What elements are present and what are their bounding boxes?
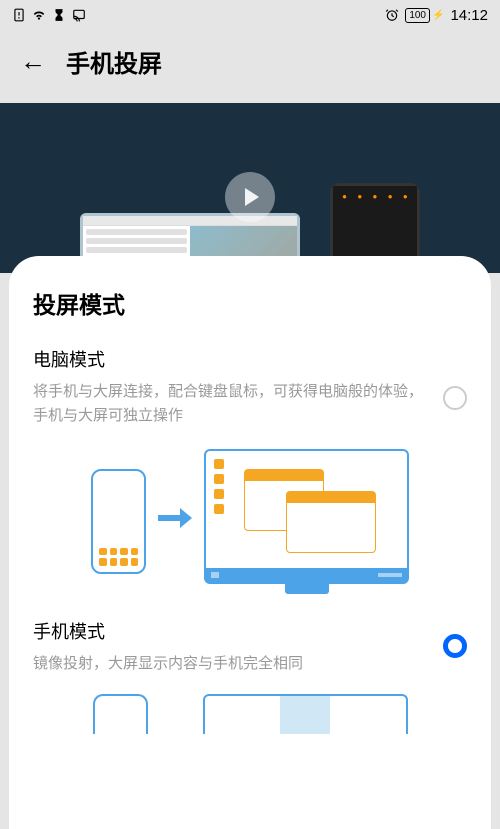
phone-mode-illustration — [33, 694, 467, 734]
alarm-icon — [385, 8, 399, 22]
illus-phone-2-icon — [93, 694, 148, 734]
back-button[interactable]: ← — [20, 46, 46, 77]
phone-mode-radio[interactable] — [443, 634, 467, 658]
sim-alert-icon — [12, 8, 26, 22]
phone-mode-option[interactable]: 手机模式 镜像投射，大屏显示内容与手机完全相同 — [33, 618, 467, 734]
battery-indicator: 100 ⚡ — [405, 8, 444, 23]
phone-mode-title: 手机模式 — [33, 618, 423, 644]
phone-mode-desc: 镜像投射，大屏显示内容与手机完全相同 — [33, 652, 423, 676]
mode-selection-sheet: 投屏模式 电脑模式 将手机与大屏连接，配合键盘鼠标，可获得电脑般的体验，手机与大… — [9, 256, 491, 829]
desktop-mode-desc: 将手机与大屏连接，配合键盘鼠标，可获得电脑般的体验，手机与大屏可独立操作 — [33, 380, 423, 428]
wifi-icon — [32, 8, 46, 22]
desktop-mode-option[interactable]: 电脑模式 将手机与大屏连接，配合键盘鼠标，可获得电脑般的体验，手机与大屏可独立操… — [33, 346, 467, 596]
play-video-button[interactable] — [225, 172, 275, 222]
illus-monitor-2-icon — [203, 694, 408, 734]
illus-monitor-icon — [204, 449, 409, 594]
sheet-title: 投屏模式 — [33, 286, 467, 320]
cast-icon — [72, 8, 86, 22]
hourglass-icon — [52, 8, 66, 22]
title-bar: ← 手机投屏 — [0, 30, 500, 103]
desktop-mode-title: 电脑模式 — [33, 346, 423, 372]
status-bar: 100 ⚡ 14:12 — [0, 0, 500, 30]
charging-icon: ⚡ — [432, 10, 444, 21]
desktop-mode-radio[interactable] — [443, 386, 467, 410]
desktop-mode-illustration — [33, 446, 467, 596]
battery-level: 100 — [405, 8, 430, 23]
arrow-right-icon — [158, 504, 192, 538]
status-left-group — [12, 8, 86, 22]
clock-time: 14:12 — [450, 7, 488, 24]
status-right-group: 100 ⚡ 14:12 — [385, 7, 488, 24]
illus-phone-icon — [91, 469, 146, 574]
page-title: 手机投屏 — [66, 44, 162, 79]
preview-video-area[interactable]: ●●●●● — [0, 103, 500, 273]
